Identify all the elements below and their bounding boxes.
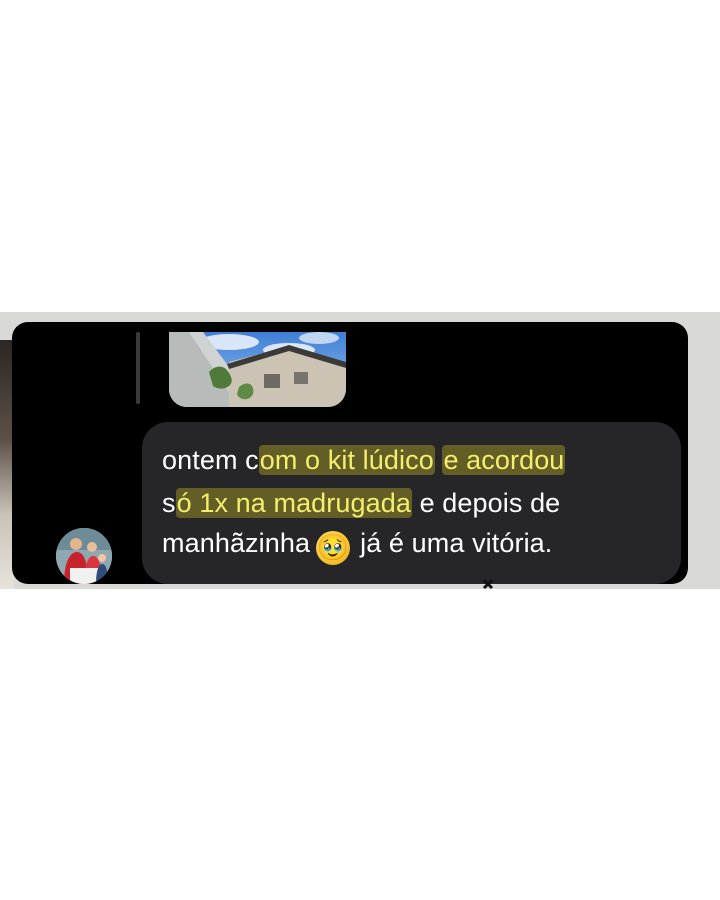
message-line-3: manhãzinha 🥹 já é uma vitória. [162,526,552,565]
message-text: já é uma vitória. [360,528,553,558]
highlighted-text: om o kit lúdico [258,445,435,475]
message-text: e depois de [411,488,561,518]
partial-icon [482,578,494,589]
message-text: s [162,488,176,518]
highlighted-text: ó 1x na madrugada [175,488,412,518]
screenshot-strip: ontem com o kit lúdico e acordou só 1x n… [0,312,720,589]
sender-avatar[interactable] [56,528,112,584]
replied-photo-thumbnail[interactable] [169,332,346,407]
pleading-face-emoji-icon: 🥹 [316,531,351,565]
reply-indicator-bar [136,332,140,404]
message-bubble[interactable]: ontem com o kit lúdico e acordou só 1x n… [142,422,681,584]
page: ontem com o kit lúdico e acordou só 1x n… [0,0,720,900]
chat-panel: ontem com o kit lúdico e acordou só 1x n… [12,322,688,584]
message-text: ontem c [162,445,259,475]
photo-thumbnail-image [169,332,346,407]
avatar-photo [56,528,112,584]
message-text: manhãzinha [162,528,311,558]
message-line-1: ontem com o kit lúdico e acordou [162,443,566,477]
highlighted-text: e acordou [442,445,566,475]
message-line-2: só 1x na madrugada e depois de [162,486,560,520]
